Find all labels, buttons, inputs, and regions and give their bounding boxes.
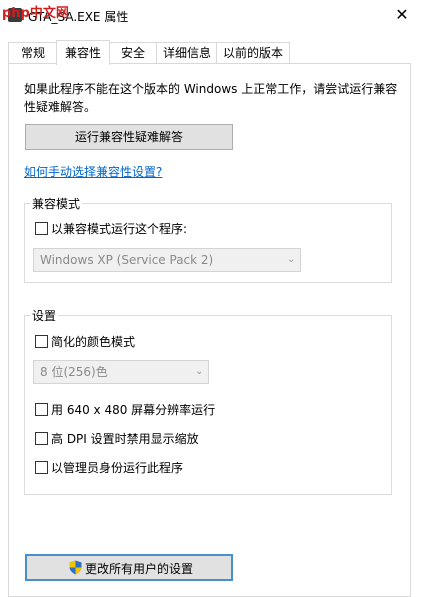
manual-settings-link[interactable]: 如何手动选择兼容性设置?: [24, 163, 162, 180]
tab-details[interactable]: 详细信息: [156, 42, 218, 64]
windows-version-select[interactable]: Windows XP (Service Pack 2): [33, 248, 301, 272]
disable-dpi-scaling-label: 高 DPI 设置时禁用显示缩放: [51, 432, 199, 446]
settings-legend: 设置: [30, 307, 59, 324]
close-icon[interactable]: ✕: [392, 6, 412, 24]
tab-security[interactable]: 安全: [108, 42, 158, 64]
uac-shield-icon: [69, 560, 82, 575]
compat-description: 如果此程序不能在这个版本的 Windows 上正常工作，请尝试运行兼容性疑难解答…: [24, 82, 398, 114]
run-as-admin-checkbox[interactable]: [35, 461, 48, 474]
reduced-color-checkbox[interactable]: [35, 335, 48, 348]
reduced-color-label: 简化的颜色模式: [51, 335, 136, 349]
change-all-users-button[interactable]: 更改所有用户的设置: [25, 554, 233, 581]
watermark-logo: php中文网: [2, 6, 69, 21]
change-all-users-label: 更改所有用户的设置: [85, 562, 194, 576]
tab-general[interactable]: 常规: [8, 42, 58, 64]
tab-compatibility[interactable]: 兼容性: [56, 40, 110, 65]
disable-dpi-scaling-checkbox[interactable]: [35, 432, 48, 445]
resolution-640-checkbox[interactable]: [35, 403, 48, 416]
tab-previous-versions[interactable]: 以前的版本: [216, 42, 290, 64]
color-depth-select-value: 8 位(256)色: [40, 365, 108, 379]
compat-mode-checkbox[interactable]: [35, 222, 48, 235]
compat-mode-legend: 兼容模式: [30, 195, 83, 212]
tab-strip: 常规 兼容性 安全 详细信息 以前的版本: [0, 40, 421, 65]
resolution-640-label: 用 640 x 480 屏幕分辨率运行: [51, 403, 216, 417]
troubleshoot-button[interactable]: 运行兼容性疑难解答: [25, 124, 233, 150]
chevron-down-icon: ⌄: [195, 366, 204, 377]
compat-mode-checkbox-label: 以兼容模式运行这个程序:: [51, 222, 188, 236]
windows-version-select-value: Windows XP (Service Pack 2): [40, 253, 214, 267]
color-depth-select[interactable]: 8 位(256)色: [33, 360, 209, 384]
run-as-admin-label: 以管理员身份运行此程序: [51, 461, 184, 475]
chevron-down-icon: ⌄: [287, 254, 296, 265]
